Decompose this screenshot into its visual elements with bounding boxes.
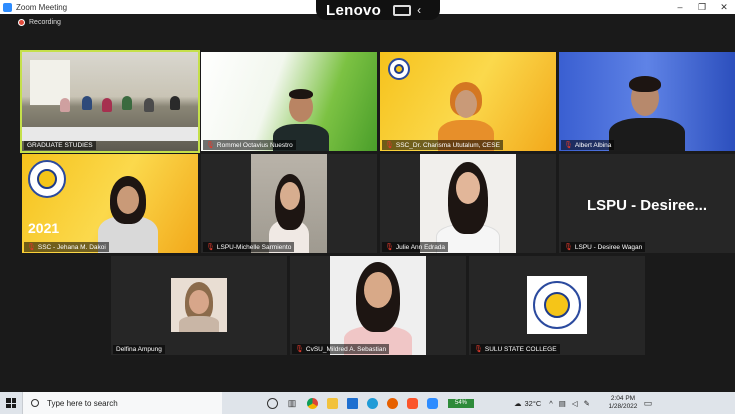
muted-mic-icon: 🎙︎ (206, 244, 215, 251)
taskbar-search-box[interactable]: Type here to search (22, 392, 222, 414)
temperature-label: 32°C (524, 398, 542, 408)
battery-indicator[interactable]: 54% (448, 398, 474, 408)
college-seal-icon (533, 281, 581, 329)
muted-mic-icon: 🎙︎ (206, 142, 215, 149)
chrome-icon[interactable] (302, 392, 322, 414)
participant-name-tag: 🎙︎ Julie Ann Edrada (382, 242, 449, 252)
weather-icon[interactable]: ☁ (514, 399, 522, 408)
search-icon (31, 399, 39, 407)
video-tile-sulu-state-college[interactable]: 🎙︎ SULU STATE COLLEGE (469, 256, 645, 355)
close-button[interactable]: ✕ (713, 0, 735, 14)
zoom-taskbar-icon[interactable] (422, 392, 442, 414)
recording-label: Recording (29, 19, 61, 26)
video-tile-delfina[interactable]: Delfina Ampung (111, 256, 287, 355)
start-button[interactable] (0, 392, 22, 414)
clock-date: 1/28/2022 (608, 403, 638, 410)
lenovo-overlay: Lenovo ‹ (316, 0, 440, 20)
video-tile-jehana[interactable]: 2021 🎙︎ SSC - Jehana M. Dakoi (22, 154, 198, 253)
muted-mic-icon: 🎙︎ (295, 346, 304, 353)
clock-time: 2:04 PM (610, 395, 636, 402)
cortana-icon[interactable] (262, 392, 282, 414)
video-tile-desiree[interactable]: LSPU - Desiree... 🎙︎ LSPU - Desiree Wagan (559, 154, 735, 253)
recording-dot-icon (18, 19, 25, 26)
participant-name-tag: 🎙︎ CvSU_Mildred A. Sebastian (292, 344, 390, 354)
network-icon[interactable]: ▤ (559, 399, 566, 408)
search-placeholder: Type here to search (47, 398, 118, 408)
zoom-logo-icon (3, 2, 12, 12)
participant-name-tag: 🎙︎ SSC - Jehana M. Dakoi (24, 242, 109, 252)
muted-mic-icon: 🎙︎ (474, 346, 483, 353)
video-tile-michelle[interactable]: 🎙︎ LSPU-Michelle Sarmiento (201, 154, 377, 253)
recording-indicator[interactable]: Recording (18, 19, 61, 26)
participant-name-tag: 🎙︎ LSPU-Michelle Sarmiento (203, 242, 295, 252)
participant-name-tag: 🎙︎ SULU STATE COLLEGE (471, 344, 560, 354)
screen-toggle-icon[interactable] (393, 4, 412, 16)
muted-mic-icon: 🎙︎ (385, 244, 394, 251)
windows-taskbar: Type here to search ▥ 54% ☁ 32°C ^ ▤ ◁ ✎… (0, 392, 735, 414)
edge-icon[interactable] (362, 392, 382, 414)
window-title: Zoom Meeting (16, 2, 68, 12)
delfina-video (171, 278, 227, 332)
system-tray: ☁ 32°C ^ ▤ ◁ ✎ (514, 399, 590, 408)
video-tile-charisma[interactable]: 🎙︎ SSC_Dr. Charisma Ututalum, CESE (380, 52, 556, 151)
window-controls: – ❐ ✕ (669, 0, 735, 14)
maximize-button[interactable]: ❐ (691, 0, 713, 14)
video-tile-graduate-studies[interactable]: GRADUATE STUDIES (20, 50, 200, 153)
participant-name-tag: 🎙︎ LSPU - Desiree Wagan (561, 242, 646, 252)
collapse-chevron-icon[interactable]: ‹ (417, 3, 421, 17)
mail-icon[interactable] (342, 392, 362, 414)
minimize-button[interactable]: – (669, 0, 691, 14)
file-explorer-icon[interactable] (322, 392, 342, 414)
participant-name-tag: 🎙︎ SSC_Dr. Charisma Ututalum, CESE (382, 140, 503, 150)
year-text: 2021 (28, 220, 60, 236)
notifications-icon[interactable]: ▭ (642, 392, 654, 414)
participant-display-name: LSPU - Desiree... (586, 197, 708, 214)
volume-icon[interactable]: ◁ (572, 399, 578, 408)
video-tile-julie[interactable]: 🎙︎ Julie Ann Edrada (380, 154, 556, 253)
participant-name-tag: Delfina Ampung (113, 345, 165, 354)
muted-mic-icon: 🎙︎ (564, 142, 573, 149)
video-tile-mildred[interactable]: 🎙︎ CvSU_Mildred A. Sebastian (290, 256, 466, 355)
participant-name-tag: 🎙︎ Albert Albina (561, 140, 615, 150)
college-seal-icon (388, 58, 410, 80)
participant-name-tag: 🎙︎ Rommel Octavius Nuestro (203, 140, 296, 150)
muted-mic-icon: 🎙︎ (27, 244, 36, 251)
tray-chevron-icon[interactable]: ^ (549, 399, 553, 408)
task-view-icon[interactable]: ▥ (282, 392, 302, 414)
firefox-icon[interactable] (382, 392, 402, 414)
pen-icon[interactable]: ✎ (584, 399, 590, 408)
brave-icon[interactable] (402, 392, 422, 414)
college-seal-icon (28, 160, 66, 198)
taskbar-clock[interactable]: 2:04 PM 1/28/2022 (604, 395, 642, 411)
lenovo-brand: Lenovo (326, 1, 382, 19)
windows-logo-icon (6, 398, 16, 408)
video-tile-rommel[interactable]: 🎙︎ Rommel Octavius Nuestro (201, 52, 377, 151)
classroom-video (22, 52, 198, 151)
muted-mic-icon: 🎙︎ (385, 142, 394, 149)
participant-name-tag: GRADUATE STUDIES (24, 141, 96, 150)
video-tile-albert[interactable]: 🎙︎ Albert Albina (559, 52, 735, 151)
muted-mic-icon: 🎙︎ (564, 244, 573, 251)
screen: Zoom Meeting – ❐ ✕ Lenovo ‹ Recording GR… (0, 0, 735, 414)
